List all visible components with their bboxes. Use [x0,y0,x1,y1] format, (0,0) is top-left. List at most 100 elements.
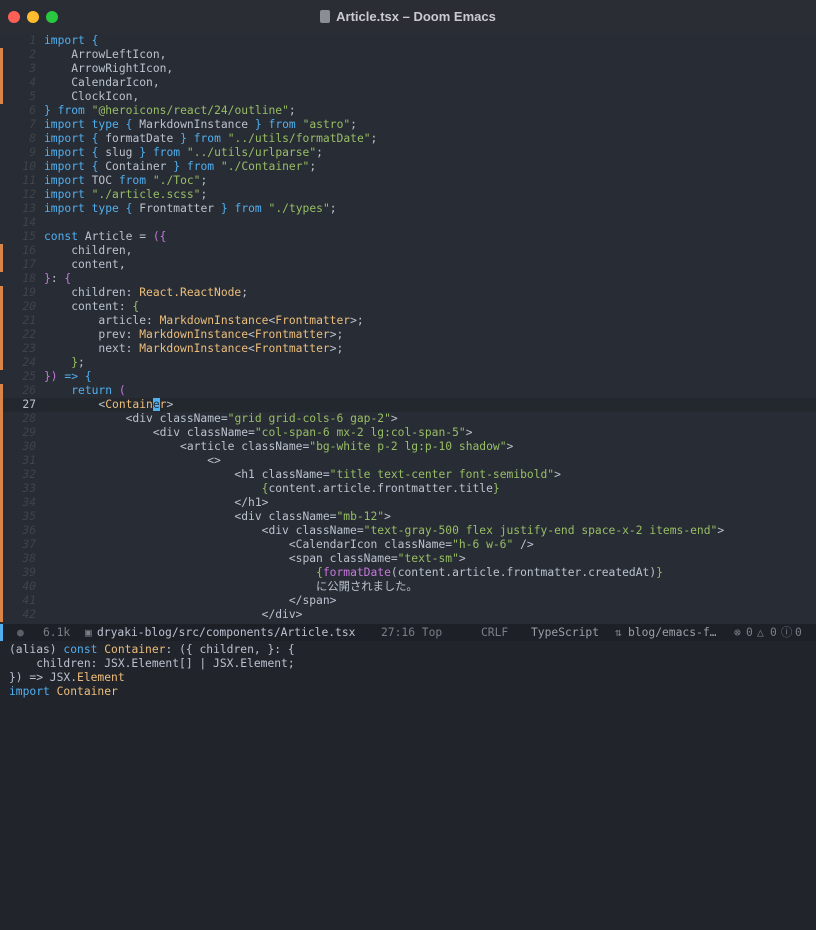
code-line[interactable]: 17 content, [0,258,816,272]
code-line[interactable]: 25}) => { [0,370,816,384]
code-line[interactable]: 30 <article className="bg-white p-2 lg:p… [0,440,816,454]
code-token: <h1 className= [44,468,330,481]
git-gutter-marker [0,412,3,426]
code-token: "mb-12" [336,510,385,523]
code-line[interactable]: 4 CalendarIcon, [0,76,816,90]
warning-icon: △ [757,626,764,639]
code-line[interactable]: 15 const Article = ({ [0,230,816,244]
code-line[interactable]: 37 <CalendarIcon className="h-6 w-6" /> [0,538,816,552]
code-line[interactable]: 35 <div className="mb-12"> [0,510,816,524]
git-gutter-marker [0,48,3,62]
git-gutter-marker [0,342,3,356]
code-line[interactable]: 5 ClockIcon, [0,90,816,104]
git-branch[interactable]: blog/emacs-f… [628,624,716,641]
code-line[interactable]: 41 </span> [0,594,816,608]
line-text: </div> [44,608,303,622]
line-number: 38 [22,552,36,565]
code-line[interactable]: 14 [0,216,816,230]
code-line[interactable]: 1 import { [0,34,816,48]
git-gutter-marker [0,286,3,300]
code-token: <div className= [44,510,337,523]
window-title: Article.tsx – Doom Emacs [0,9,816,24]
code-token: に公開されました。 [44,580,418,593]
line-number: 7 [29,118,36,131]
code-line[interactable]: 16 children, [0,244,816,258]
line-text: import type { Frontmatter } from "./type… [44,202,337,216]
code-line[interactable]: 19 children: React.ReactNode; [0,286,816,300]
code-line[interactable]: 3 ArrowRightIcon, [0,62,816,76]
code-token: <article className= [44,440,310,453]
line-text: <div className="mb-12"> [44,510,390,524]
code-line[interactable]: 22 prev: MarkdownInstance<Frontmatter>; [0,328,816,342]
code-line[interactable]: 18}: { [0,272,816,286]
code-token: ; [316,146,323,159]
code-line[interactable]: 13 import type { Frontmatter } from "./ty… [0,202,816,216]
code-token: } [492,482,500,495]
code-token: } [180,132,187,145]
line-number: 21 [22,314,36,327]
line-number: 40 [22,580,36,593]
code-line[interactable]: 27 <Container> [0,398,816,412]
code-line[interactable]: 24 }; [0,356,816,370]
code-line[interactable]: 36 <div className="text-gray-500 flex ju… [0,524,816,538]
code-token: formatDate [322,566,391,579]
line-number: 11 [22,174,36,187]
code-token: article: [44,314,160,327]
code-token: }) [44,370,58,383]
code-line[interactable]: 6} from "@heroicons/react/24/outline"; [0,104,816,118]
code-token: ; [78,356,85,369]
code-line[interactable]: 40 に公開されました。 [0,580,816,594]
code-line[interactable]: 38 <span className="text-sm"> [0,552,816,566]
code-line[interactable]: 28 <div className="grid grid-cols-6 gap-… [0,412,816,426]
code-line[interactable]: 39 {formatDate(content.article.frontmatt… [0,566,816,580]
code-line[interactable]: 33 {content.article.frontmatter.title} [0,482,816,496]
git-gutter-marker [0,524,3,538]
code-token: { [132,300,140,313]
text-cursor: e [152,398,160,411]
code-line[interactable]: 7 import type { MarkdownInstance } from "… [0,118,816,132]
code-token: Element [77,671,125,684]
code-line[interactable]: 2 ArrowLeftIcon, [0,48,816,62]
code-line[interactable]: 10 import { Container } from "./Container… [0,160,816,174]
code-line[interactable]: 26 return ( [0,384,816,398]
code-line[interactable]: 12 import "./article.scss"; [0,188,816,202]
code-line[interactable]: 29 <div className="col-span-6 mx-2 lg:co… [0,426,816,440]
code-token: content, [44,258,126,271]
git-gutter-marker [0,244,3,258]
code-line[interactable]: 34 </h1> [0,496,816,510]
git-gutter-marker [0,608,3,622]
code-line[interactable]: 31 <> [0,454,816,468]
code-token: }) => JSX. [9,671,78,684]
code-line[interactable]: 42 </div> [0,608,816,622]
code-token: from [57,104,85,117]
code-line[interactable]: 9 import { slug } from "../utils/urlparse… [0,146,816,160]
code-line[interactable]: 21 article: MarkdownInstance<Frontmatter… [0,314,816,328]
buffer-size: 6.1k [43,626,71,639]
code-line[interactable]: 32 <h1 className="title text-center font… [0,468,816,482]
code-line[interactable]: 20 content: { [0,300,816,314]
code-line[interactable]: 11 import TOC from "./Toc"; [0,174,816,188]
code-line[interactable]: 23 next: MarkdownInstance<Frontmatter>; [0,342,816,356]
line-text: import { [44,34,98,48]
git-gutter-marker [0,300,3,314]
eol-type[interactable]: CRLF [481,624,508,641]
code-token: ArrowRightIcon, [44,62,174,75]
buffer-file-path[interactable]: dryaki-blog/src/components/Article.tsx [97,624,355,641]
line-number: 5 [29,90,36,103]
code-line[interactable]: 8 import { formatDate } from "../utils/fo… [0,132,816,146]
major-mode[interactable]: TypeScript [531,624,599,641]
code-token: ; [329,202,337,215]
code-token: > [717,524,725,537]
code-editor[interactable]: 1 import {2 ArrowLeftIcon, 3 ArrowRightIco… [0,34,816,624]
code-token: "text-sm" [397,552,459,565]
line-text: children: React.ReactNode; [44,286,248,300]
git-gutter-marker [0,398,3,412]
